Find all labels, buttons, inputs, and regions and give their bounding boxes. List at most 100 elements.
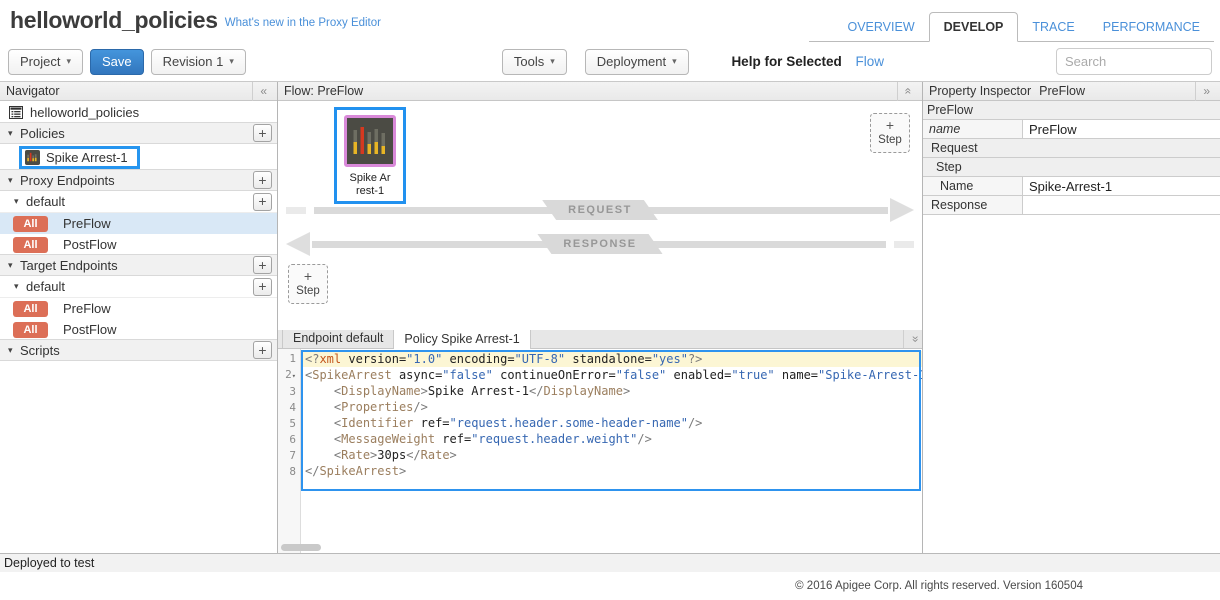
tab-trace[interactable]: TRACE xyxy=(1018,13,1088,41)
code-token: "false" xyxy=(442,368,493,382)
search-input[interactable] xyxy=(1056,48,1212,75)
code-lines[interactable]: <?xml version="1.0" encoding="UTF-8" sta… xyxy=(301,349,922,553)
code-token: async= xyxy=(392,368,443,382)
flow-node-spike-arrest[interactable]: Spike Ar rest-1 xyxy=(334,107,406,204)
plus-icon: + xyxy=(289,269,327,284)
code-token: > xyxy=(421,384,428,398)
inspector-field-name: NameSpike-Arrest-1 xyxy=(923,177,1220,196)
code-token: SpikeArrest xyxy=(312,368,391,382)
flow-label: PostFlow xyxy=(63,322,116,337)
navigator-title: Navigator xyxy=(6,84,60,98)
inspector-field-value[interactable]: PreFlow xyxy=(1023,120,1220,138)
chevron-down-icon: ▾ xyxy=(66,56,71,67)
sidebar-item-preflow[interactable]: All PreFlow xyxy=(0,298,277,319)
sidebar-item-spike-arrest[interactable]: Spike Arrest-1 xyxy=(19,146,140,169)
sidebar-item-label: helloworld_policies xyxy=(30,105,139,120)
code-line[interactable]: <Properties/> xyxy=(301,399,922,415)
code-editor[interactable]: 12▾345678 <?xml version="1.0" encoding="… xyxy=(278,349,922,553)
add-button[interactable]: + xyxy=(253,341,272,359)
project-menu-button[interactable]: Project▾ xyxy=(8,49,83,75)
code-token: > xyxy=(399,464,406,478)
flow-label: PreFlow xyxy=(63,301,111,316)
code-line[interactable]: </SpikeArrest> xyxy=(301,463,922,479)
add-button[interactable]: + xyxy=(253,193,272,211)
sidebar-item-postflow[interactable]: AllPostFlow xyxy=(0,234,277,255)
inspector-field-value[interactable]: Spike-Arrest-1 xyxy=(1023,177,1220,195)
code-line[interactable]: <Identifier ref="request.header.some-hea… xyxy=(301,415,922,431)
sidebar-section-default[interactable]: ▾default+ xyxy=(0,191,277,213)
flow-node-label: Spike Ar rest-1 xyxy=(340,172,400,198)
help-for-selected: Help for Selected Flow xyxy=(731,54,884,69)
line-number: 1 xyxy=(278,351,300,367)
revision-menu-button[interactable]: Revision 1▾ xyxy=(151,49,246,75)
response-arrowhead-icon xyxy=(286,232,310,256)
all-badge: All xyxy=(13,301,48,317)
collapse-navigator-icon[interactable]: « xyxy=(252,82,271,101)
deployment-menu-button[interactable]: Deployment▾ xyxy=(585,49,689,75)
add-button[interactable]: + xyxy=(253,278,272,296)
sidebar-item-preflow[interactable]: AllPreFlow xyxy=(0,213,277,234)
all-badge: All xyxy=(13,216,48,232)
code-token: Rate xyxy=(421,448,450,462)
tab-performance[interactable]: PERFORMANCE xyxy=(1089,13,1214,41)
sidebar-section-scripts[interactable]: ▾Scripts+ xyxy=(0,339,277,361)
save-button[interactable]: Save xyxy=(90,49,144,75)
inspector-section-label: Request xyxy=(923,141,978,155)
sidebar-section-policies[interactable]: ▾Policies+ xyxy=(0,122,277,144)
code-tab-bar: Endpoint defaultPolicy Spike Arrest-1 « xyxy=(278,330,922,349)
sidebar-section-default[interactable]: ▾default+ xyxy=(0,276,277,298)
code-token: "UTF-8" xyxy=(515,352,566,366)
chevron-down-icon: ▾ xyxy=(672,56,677,67)
caret-down-icon: ▾ xyxy=(8,260,20,271)
help-flow-link[interactable]: Flow xyxy=(855,54,884,69)
inspector-section-label: Step xyxy=(923,160,962,174)
request-bar-stub xyxy=(286,207,306,214)
inspector-field-name: namePreFlow xyxy=(923,120,1220,139)
code-line[interactable]: <MessageWeight ref="request.header.weigh… xyxy=(301,431,922,447)
code-token: <? xyxy=(305,352,319,366)
top-header: helloworld_policiesWhat's new in the Pro… xyxy=(0,0,1220,42)
property-inspector-rows: PreFlownamePreFlow Request Step NameSpike-A… xyxy=(923,101,1220,215)
inspector-field-value[interactable] xyxy=(1023,196,1220,214)
code-tab-endpoint-default[interactable]: Endpoint default xyxy=(282,329,394,348)
expand-inspector-icon[interactable]: » xyxy=(1195,82,1214,101)
add-step-button-response[interactable]: + Step xyxy=(288,264,328,304)
add-button[interactable]: + xyxy=(253,171,272,189)
sidebar-item-helloworld_policies[interactable]: helloworld_policies xyxy=(0,101,277,123)
sidebar-item-postflow[interactable]: AllPostFlow xyxy=(0,319,277,340)
code-token: standalone= xyxy=(565,352,652,366)
caret-down-icon: ▾ xyxy=(8,175,20,186)
sidebar-section-target-endpoints[interactable]: ▾Target Endpoints+ xyxy=(0,254,277,276)
collapse-flow-panel-icon[interactable]: « xyxy=(897,82,916,101)
whats-new-link[interactable]: What's new in the Proxy Editor xyxy=(225,17,381,29)
sidebar-section-label: Scripts xyxy=(20,343,60,358)
sidebar-section-proxy-endpoints[interactable]: ▾Proxy Endpoints+ xyxy=(0,169,277,191)
code-line[interactable]: <?xml version="1.0" encoding="UTF-8" sta… xyxy=(301,351,922,367)
add-button[interactable]: + xyxy=(253,124,272,142)
code-token xyxy=(305,432,334,446)
horizontal-scrollbar[interactable] xyxy=(281,544,321,551)
add-button[interactable]: + xyxy=(253,256,272,274)
code-line[interactable]: <DisplayName>Spike Arrest-1</DisplayName… xyxy=(301,383,922,399)
plus-icon: + xyxy=(871,118,909,133)
code-token: </ xyxy=(529,384,543,398)
code-token: continueOnError= xyxy=(493,368,616,382)
inspector-section-step: Step xyxy=(923,158,1220,177)
add-step-button-request[interactable]: + Step xyxy=(870,113,910,153)
sidebar-section-label: Policies xyxy=(20,126,65,141)
code-token: name= xyxy=(775,368,818,382)
inspector-field-label: Response xyxy=(923,196,1023,214)
code-line[interactable]: <SpikeArrest async="false" continueOnErr… xyxy=(301,367,922,383)
expand-code-panel-icon[interactable]: « xyxy=(903,329,922,348)
code-tab-policy-spike-arrest-1[interactable]: Policy Spike Arrest-1 xyxy=(394,329,530,349)
code-gutter: 12▾345678 xyxy=(278,349,301,553)
code-token: ref= xyxy=(413,416,449,430)
tab-develop[interactable]: DEVELOP xyxy=(929,12,1019,42)
code-token xyxy=(305,448,334,462)
code-line[interactable]: <Rate>30ps</Rate> xyxy=(301,447,922,463)
tab-overview[interactable]: OVERVIEW xyxy=(833,13,928,41)
fold-caret-icon[interactable]: ▾ xyxy=(292,372,296,380)
tools-menu-button[interactable]: Tools▾ xyxy=(502,49,567,75)
code-tabs: Endpoint defaultPolicy Spike Arrest-1 xyxy=(278,329,531,348)
code-token: /> xyxy=(413,400,427,414)
